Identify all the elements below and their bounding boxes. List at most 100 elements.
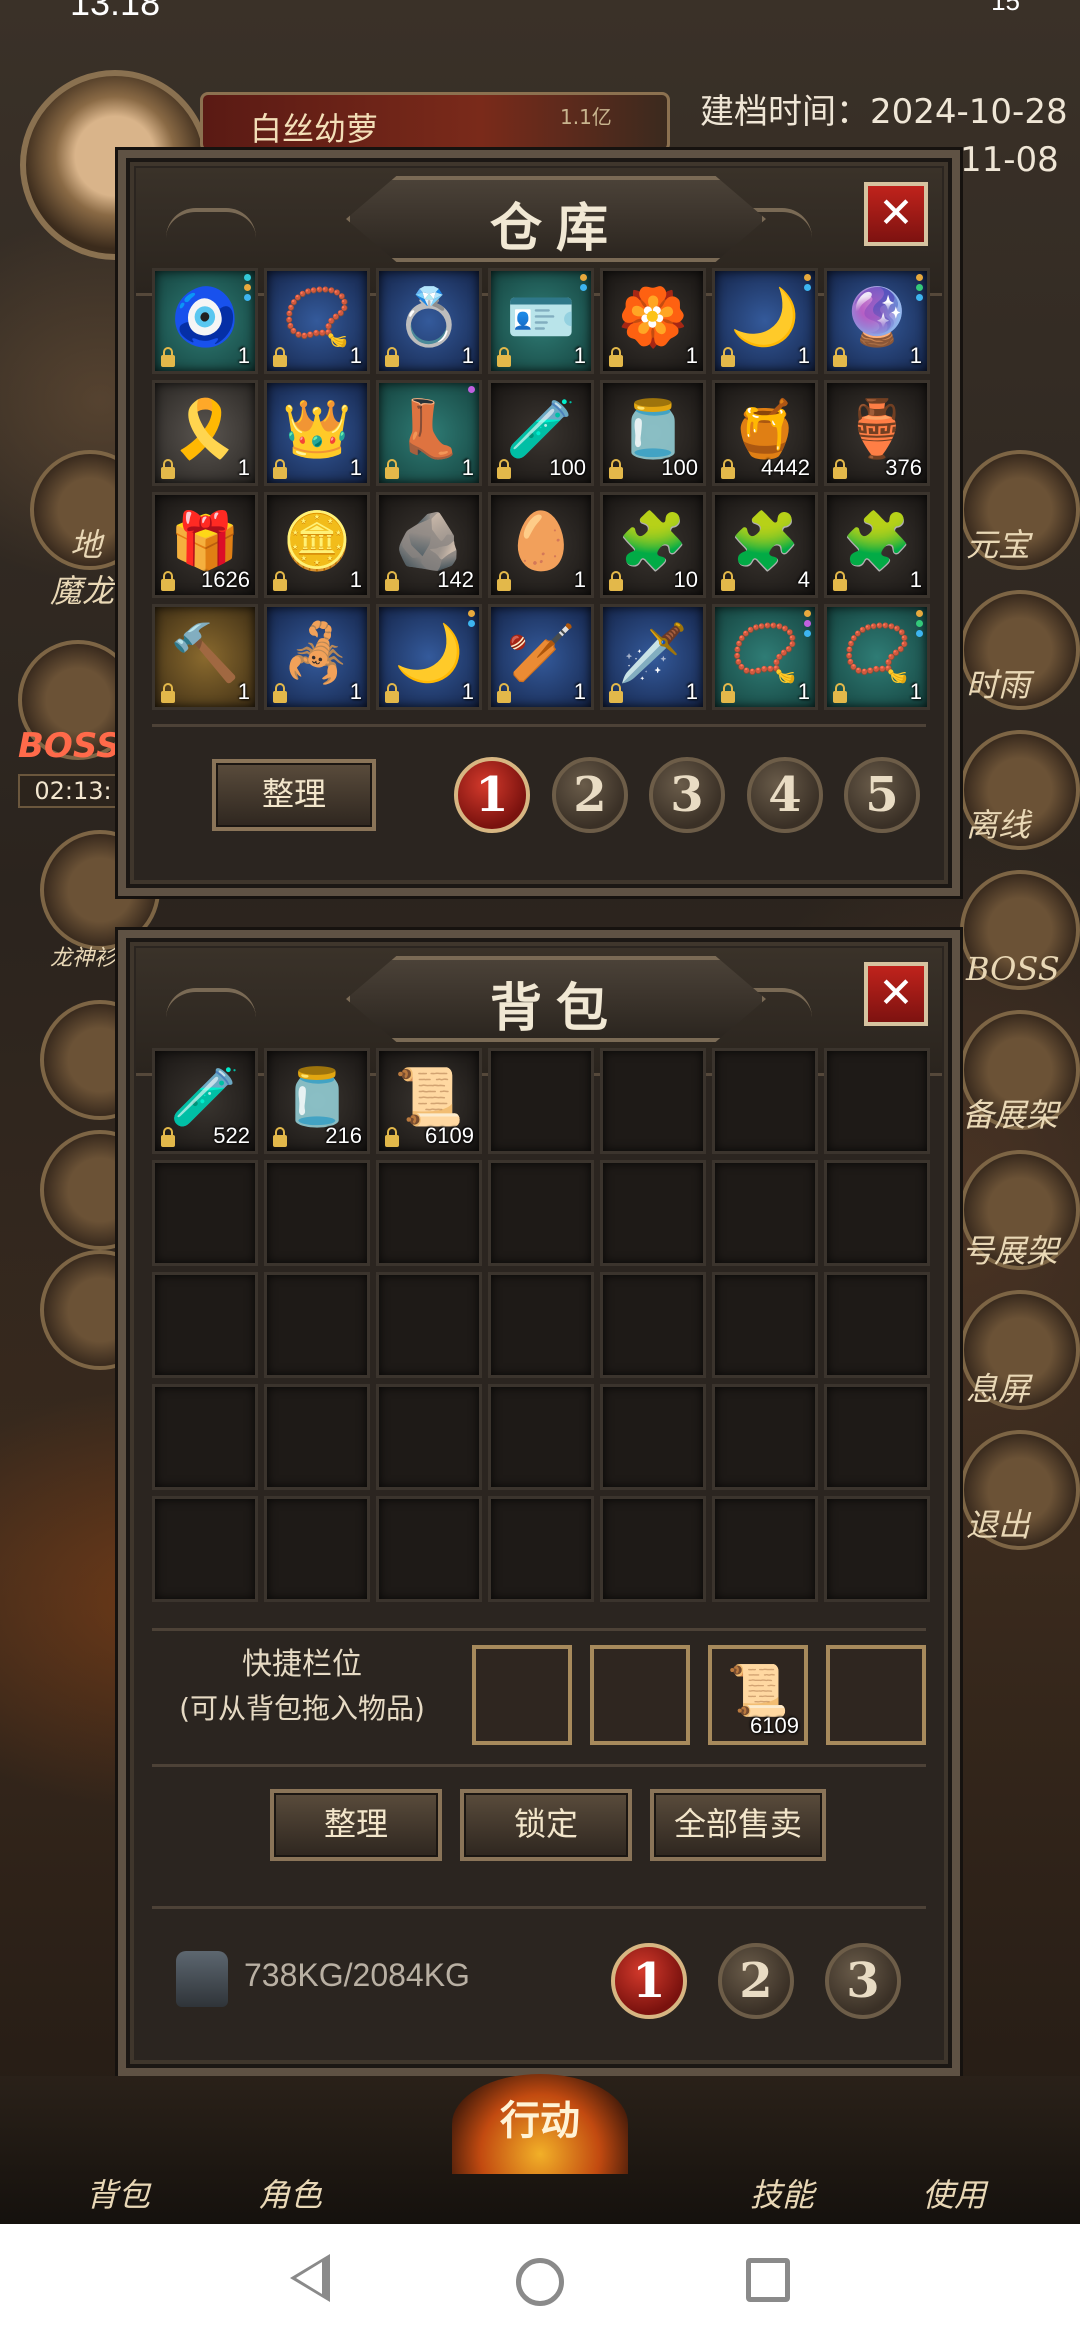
backpack-slot[interactable]	[264, 1272, 370, 1378]
backpack-slot[interactable]	[824, 1160, 930, 1266]
backpack-slot[interactable]	[376, 1160, 482, 1266]
warehouse-slot[interactable]: 🍯 4442	[712, 380, 818, 486]
warehouse-slot[interactable]: 🧪 100	[488, 380, 594, 486]
warehouse-slot[interactable]: 🧿 1	[152, 268, 258, 374]
quickbar-slot-4[interactable]	[826, 1645, 926, 1745]
warehouse-slot[interactable]: 🔨 1	[152, 604, 258, 710]
backpack-slot[interactable]: 🫙 216	[264, 1048, 370, 1154]
backpack-slot[interactable]	[152, 1384, 258, 1490]
backpack-sort-button[interactable]: 整理	[270, 1789, 442, 1861]
warehouse-slot[interactable]: 🪪 1	[488, 268, 594, 374]
warehouse-slot[interactable]: 🪨 142	[376, 492, 482, 598]
bottom-nav-character[interactable]: 角色	[258, 2170, 322, 2216]
backpack-slot[interactable]	[264, 1384, 370, 1490]
warehouse-page-5[interactable]: 5	[844, 757, 920, 833]
backpack-slot[interactable]	[824, 1048, 930, 1154]
backpack-slot[interactable]	[600, 1496, 706, 1602]
backpack-slot[interactable]	[152, 1272, 258, 1378]
warehouse-slot[interactable]: 👢 1	[376, 380, 482, 486]
backpack-slot[interactable]	[600, 1160, 706, 1266]
bottom-nav-skills[interactable]: 技能	[750, 2170, 814, 2216]
warehouse-slot[interactable]: 👑 1	[264, 380, 370, 486]
warehouse-slot[interactable]: 📿 1	[824, 604, 930, 710]
warehouse-slot[interactable]: 🦂 1	[264, 604, 370, 710]
warehouse-slot[interactable]: 🔮 1	[824, 268, 930, 374]
warehouse-page-1[interactable]: 1	[454, 757, 530, 833]
backpack-slot[interactable]	[712, 1272, 818, 1378]
warehouse-slot[interactable]: 🧩 10	[600, 492, 706, 598]
backpack-page-3[interactable]: 3	[825, 1943, 901, 2019]
warehouse-page-3[interactable]: 3	[649, 757, 725, 833]
backpack-slot[interactable]	[152, 1160, 258, 1266]
purple-gem-tablet-icon: 🪪	[506, 285, 576, 350]
backpack-slot[interactable]	[376, 1384, 482, 1490]
lock-icon	[833, 571, 847, 591]
item-quantity: 1626	[201, 567, 250, 592]
warehouse-slot[interactable]: 🌙 1	[712, 268, 818, 374]
scroll-ornament-icon	[166, 988, 256, 1018]
backpack-sell-all-button[interactable]: 全部售卖	[650, 1789, 826, 1861]
warehouse-slot[interactable]: 🫙 100	[600, 380, 706, 486]
quickbar-slot-1[interactable]	[472, 1645, 572, 1745]
backpack-slot[interactable]	[600, 1272, 706, 1378]
backpack-slot[interactable]	[600, 1384, 706, 1490]
backpack-slot[interactable]: 🧪 522	[152, 1048, 258, 1154]
backpack-close-button[interactable]: ✕	[864, 962, 928, 1026]
backpack-lock-button[interactable]: 锁定	[460, 1789, 632, 1861]
home-nav-icon[interactable]	[516, 2258, 564, 2306]
backpack-slot[interactable]	[488, 1496, 594, 1602]
backpack-slot[interactable]	[712, 1160, 818, 1266]
backpack-slot[interactable]: 📜 6109	[376, 1048, 482, 1154]
backpack-slot[interactable]	[488, 1160, 594, 1266]
lock-icon	[497, 571, 511, 591]
warehouse-page-4[interactable]: 4	[747, 757, 823, 833]
backpack-page-1[interactable]: 1	[611, 1943, 687, 2019]
backpack-slot[interactable]	[488, 1048, 594, 1154]
backpack-slot[interactable]	[712, 1496, 818, 1602]
warehouse-slot[interactable]: 🏵️ 1	[600, 268, 706, 374]
side-label-offline: 离线	[966, 806, 1031, 844]
backpack-slot[interactable]	[824, 1496, 930, 1602]
warehouse-slot[interactable]: 🌙 1	[376, 604, 482, 710]
bottom-nav-backpack[interactable]: 背包	[86, 2170, 150, 2216]
warehouse-slot[interactable]: 📿 1	[712, 604, 818, 710]
crown-helmet-icon: 👑	[282, 397, 352, 462]
warehouse-slot[interactable]: 🗡️ 1	[600, 604, 706, 710]
warehouse-slot[interactable]: 🎗️ 1	[152, 380, 258, 486]
warehouse-slot[interactable]: 📿 1	[264, 268, 370, 374]
warehouse-sort-button[interactable]: 整理	[212, 759, 376, 831]
warehouse-close-button[interactable]: ✕	[864, 182, 928, 246]
backpack-slot[interactable]	[152, 1496, 258, 1602]
item-quantity: 6109	[425, 1123, 474, 1148]
backpack-slot[interactable]	[488, 1384, 594, 1490]
back-nav-icon[interactable]	[290, 2254, 330, 2302]
backpack-slot[interactable]	[600, 1048, 706, 1154]
backpack-slot[interactable]	[376, 1272, 482, 1378]
warehouse-slot[interactable]: 🧩 4	[712, 492, 818, 598]
backpack-page-2[interactable]: 2	[718, 1943, 794, 2019]
warehouse-page-2[interactable]: 2	[552, 757, 628, 833]
recent-apps-icon[interactable]	[746, 2258, 790, 2302]
backpack-slot[interactable]	[264, 1160, 370, 1266]
warehouse-slot[interactable]: 🧩 1	[824, 492, 930, 598]
warehouse-slot[interactable]: 💍 1	[376, 268, 482, 374]
backpack-slot[interactable]	[712, 1384, 818, 1490]
backpack-slot[interactable]	[488, 1272, 594, 1378]
backpack-slot[interactable]	[376, 1496, 482, 1602]
gold-amount: 1.1亿	[560, 105, 612, 129]
warehouse-slot[interactable]: 🪙 1	[264, 492, 370, 598]
build-time: 建档时间：2024-10-28	[700, 92, 1068, 132]
backpack-slot[interactable]	[264, 1496, 370, 1602]
backpack-slot[interactable]	[712, 1048, 818, 1154]
warehouse-slot[interactable]: 🥚 1	[488, 492, 594, 598]
rarity-dots-icon	[244, 274, 252, 304]
warehouse-slot[interactable]: 🏏 1	[488, 604, 594, 710]
backpack-slot[interactable]	[824, 1272, 930, 1378]
quickbar-slot-3[interactable]: 📜 6109	[708, 1645, 808, 1745]
warehouse-slot[interactable]: 🎁 1626	[152, 492, 258, 598]
backpack-slot[interactable]	[824, 1384, 930, 1490]
backpack-footer: 738KG/2084KG 1 2 3	[152, 1906, 926, 2036]
quickbar-slot-2[interactable]	[590, 1645, 690, 1745]
bottom-nav-use[interactable]: 使用	[922, 2170, 986, 2216]
warehouse-slot[interactable]: 🏺 376	[824, 380, 930, 486]
